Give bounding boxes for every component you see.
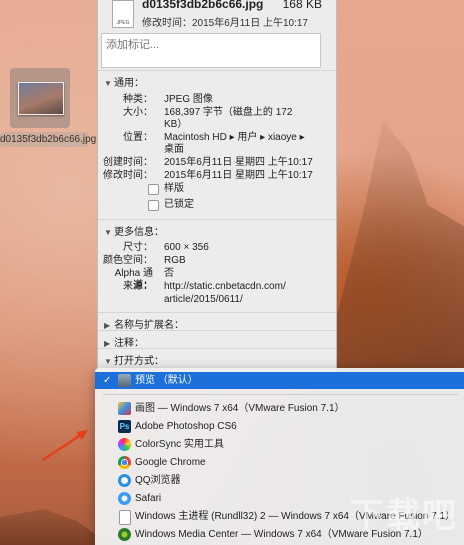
image-thumbnail	[18, 82, 64, 115]
disclosure-right-icon: ▶	[104, 339, 111, 348]
header-modified: 修改时间：2015年6月11日 上午10:17	[142, 18, 308, 29]
hill-silhouette	[0, 509, 110, 545]
stationery-checkbox[interactable]	[148, 184, 159, 195]
desktop-file-icon[interactable]	[10, 68, 70, 128]
menu-item-chrome[interactable]: Google Chrome	[95, 454, 464, 471]
safari-icon	[118, 492, 131, 505]
qq-browser-icon	[118, 474, 131, 487]
section-general[interactable]: ▼ 通用：	[104, 74, 144, 89]
locked-label: 已锁定	[164, 199, 194, 210]
divider	[98, 330, 336, 331]
section-comments[interactable]: ▶ 注释：	[104, 334, 144, 349]
section-open-with[interactable]: ▼ 打开方式：	[104, 352, 164, 367]
watermark: 下载吧	[350, 496, 458, 536]
menu-separator	[103, 394, 458, 395]
stationery-label: 样版	[164, 183, 184, 194]
divider	[98, 219, 336, 220]
file-size: 168 KB	[282, 0, 322, 11]
menu-item-qq-browser[interactable]: QQ浏览器	[95, 472, 464, 489]
section-name-extension[interactable]: ▶ 名称与扩展名：	[104, 316, 184, 331]
jpeg-file-icon: JPEG	[112, 0, 134, 28]
disclosure-down-icon: ▼	[104, 228, 112, 237]
info-panel: JPEG d0135f3db2b6c66.jpg 168 KB 修改时间：201…	[97, 0, 337, 375]
tags-field[interactable]	[101, 33, 321, 68]
chrome-icon	[118, 456, 131, 469]
red-arrow-annotation	[42, 430, 88, 462]
disclosure-down-icon: ▼	[104, 357, 112, 366]
preview-icon	[118, 374, 131, 387]
desktop-file-name[interactable]: d0135f3db2b6c66.jpg	[0, 132, 96, 147]
media-center-icon	[118, 528, 131, 541]
section-more-info[interactable]: ▼ 更多信息：	[104, 223, 164, 238]
tags-input[interactable]	[104, 38, 308, 52]
menu-item-preview[interactable]: ✓ 预览 （默认）	[95, 372, 464, 389]
divider	[98, 348, 336, 349]
disclosure-down-icon: ▼	[104, 79, 112, 88]
locked-checkbox[interactable]	[148, 200, 159, 211]
divider	[98, 312, 336, 313]
divider	[98, 70, 336, 71]
windows-file-icon	[119, 510, 131, 525]
file-title: d0135f3db2b6c66.jpg	[142, 0, 264, 11]
checkmark-icon: ✓	[103, 375, 112, 386]
menu-item-colorsync[interactable]: ColorSync 实用工具	[95, 436, 464, 453]
paint-icon	[118, 402, 131, 415]
colorsync-icon	[118, 438, 131, 451]
photoshop-icon: Ps	[118, 420, 131, 433]
menu-item-paint[interactable]: 画图 — Windows 7 x64（VMware Fusion 7.1）	[95, 400, 464, 417]
disclosure-right-icon: ▶	[104, 321, 111, 330]
menu-item-photoshop[interactable]: Ps Adobe Photoshop CS6	[95, 418, 464, 435]
